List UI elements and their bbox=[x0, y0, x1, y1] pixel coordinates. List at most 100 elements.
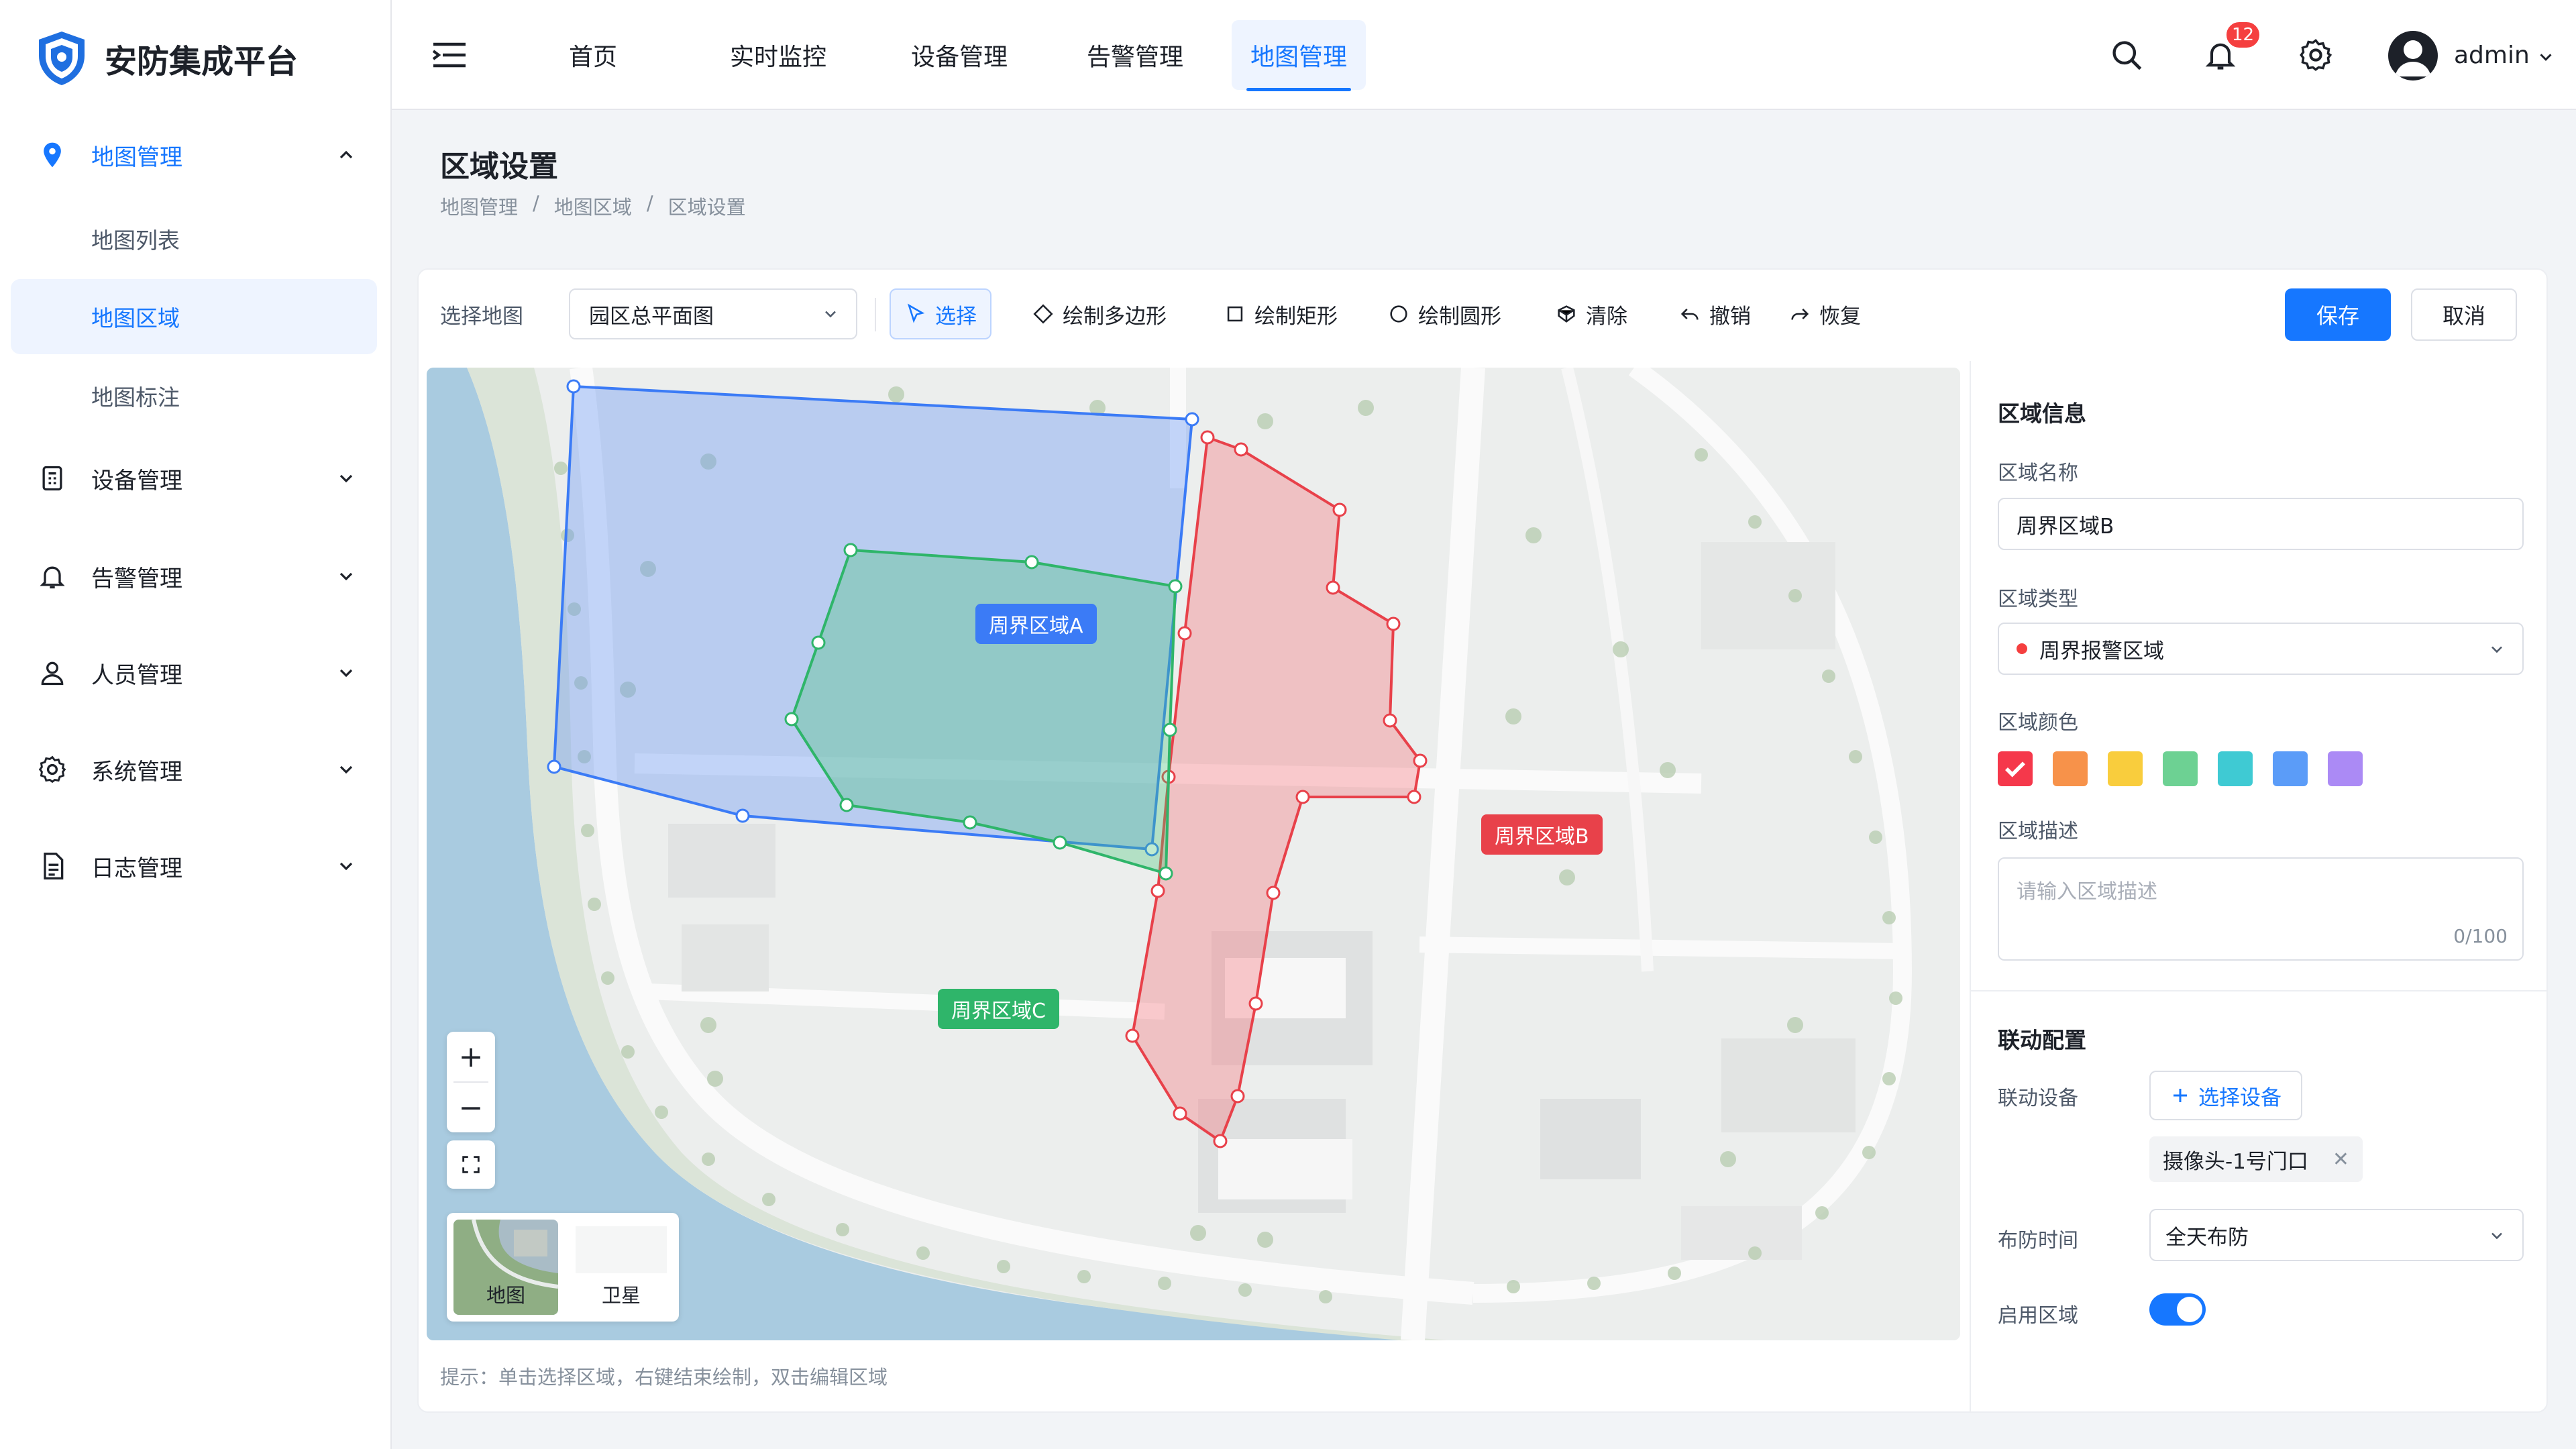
cancel-button[interactable]: 取消 bbox=[2411, 288, 2517, 341]
zone-vertex-handle[interactable] bbox=[1295, 790, 1310, 804]
page-title: 区域设置 bbox=[440, 150, 558, 184]
color-swatch[interactable] bbox=[1998, 751, 2033, 786]
sidebar-item-log[interactable]: 日志管理 bbox=[0, 829, 392, 903]
zone-vertex-handle[interactable] bbox=[843, 543, 858, 557]
zone-vertex-handle[interactable] bbox=[1159, 866, 1173, 881]
sidebar-item-label: 地图管理 bbox=[91, 144, 182, 171]
username[interactable]: admin bbox=[2454, 42, 2530, 69]
sidebar-item-alarm[interactable]: 告警管理 bbox=[0, 539, 392, 613]
select-device-button[interactable]: 选择设备 bbox=[2149, 1071, 2302, 1120]
layer-map-option[interactable]: 地图 bbox=[453, 1220, 558, 1315]
user-avatar[interactable] bbox=[2388, 31, 2438, 80]
zone-vertex-handle[interactable] bbox=[1326, 580, 1340, 595]
zone-vertex-handle[interactable] bbox=[784, 712, 799, 727]
zone-label-a[interactable]: 周界区域A bbox=[975, 604, 1097, 644]
enable-zone-toggle[interactable] bbox=[2149, 1293, 2206, 1326]
sidebar-item-label: 设备管理 bbox=[91, 467, 182, 494]
color-swatch[interactable] bbox=[2328, 751, 2363, 786]
zone-overlay-layer[interactable] bbox=[427, 368, 1960, 1340]
zone-name-value: 周界区域B bbox=[2017, 514, 2114, 539]
chevron-down-icon[interactable] bbox=[2536, 47, 2556, 67]
sidebar: 安防集成平台 地图管理 地图列表 地图区域 地图标注 设备管理 告警管理 人员管… bbox=[0, 0, 392, 1449]
zone-name-label: 区域名称 bbox=[1998, 462, 2078, 485]
tag-close-icon[interactable]: ✕ bbox=[2332, 1148, 2349, 1171]
zone-name-input[interactable]: 周界区域B bbox=[1998, 498, 2524, 550]
save-button[interactable]: 保存 bbox=[2285, 288, 2391, 341]
zone-vertex-handle[interactable] bbox=[1125, 1028, 1140, 1043]
zoom-out-button[interactable]: − bbox=[447, 1083, 495, 1132]
zone-desc-textarea[interactable]: 请输入区域描述 0/100 bbox=[1998, 857, 2524, 961]
zone-vertex-handle[interactable] bbox=[735, 808, 750, 823]
sidebar-item-device[interactable]: 设备管理 bbox=[0, 441, 392, 515]
zone-type-select[interactable]: 周界报警区域 bbox=[1998, 623, 2524, 675]
tool-redo-button[interactable]: 恢复 bbox=[1775, 288, 1874, 339]
zone-vertex-handle[interactable] bbox=[1168, 579, 1183, 594]
sidebar-subitem-map-marker[interactable]: 地图标注 bbox=[11, 358, 377, 433]
zone-vertex-handle[interactable] bbox=[1386, 616, 1401, 631]
tool-circle-button[interactable]: 绘制圆形 bbox=[1374, 288, 1515, 339]
arming-time-select[interactable]: 全天布防 bbox=[2149, 1209, 2524, 1261]
zone-vertex-handle[interactable] bbox=[1185, 412, 1199, 427]
zone-vertex-handle[interactable] bbox=[1150, 883, 1165, 898]
sidebar-item-map[interactable]: 地图管理 bbox=[0, 118, 392, 192]
map-canvas[interactable]: 周界区域A 周界区域B 周界区域C + − 地图 卫星 bbox=[427, 368, 1960, 1340]
zone-vertex-handle[interactable] bbox=[1383, 713, 1397, 728]
zone-vertex-handle[interactable] bbox=[1413, 753, 1428, 768]
tool-polygon-button[interactable]: 绘制多边形 bbox=[1018, 288, 1180, 339]
nav-tab-label: 地图管理 bbox=[1250, 44, 1347, 71]
sidebar-subitem-label: 地图标注 bbox=[91, 384, 180, 411]
tool-undo-button[interactable]: 撤销 bbox=[1665, 288, 1764, 339]
zone-vertex-handle[interactable] bbox=[1053, 835, 1067, 850]
zone-label-b[interactable]: 周界区域B bbox=[1481, 814, 1603, 855]
color-swatch[interactable] bbox=[2053, 751, 2088, 786]
zoom-in-button[interactable]: + bbox=[447, 1032, 495, 1081]
zone-vertex-handle[interactable] bbox=[811, 635, 826, 650]
sidebar-subitem-map-zone[interactable]: 地图区域 bbox=[11, 279, 377, 354]
zone-type-dot bbox=[2017, 643, 2027, 654]
tool-select-button[interactable]: 选择 bbox=[890, 288, 991, 339]
color-swatch[interactable] bbox=[2218, 751, 2253, 786]
color-swatch[interactable] bbox=[2108, 751, 2143, 786]
breadcrumb-item[interactable]: 地图区域 bbox=[554, 192, 632, 220]
menu-toggle-icon[interactable] bbox=[432, 42, 467, 68]
zone-vertex-handle[interactable] bbox=[1266, 885, 1281, 900]
nav-tab-alarm[interactable]: 告警管理 bbox=[1055, 0, 1216, 110]
zone-vertex-handle[interactable] bbox=[1200, 430, 1215, 445]
checkmark-icon bbox=[2005, 761, 2025, 777]
zone-vertex-handle[interactable] bbox=[566, 379, 581, 394]
map-select[interactable]: 园区总平面图 bbox=[569, 288, 857, 339]
zone-vertex-handle[interactable] bbox=[1213, 1134, 1228, 1148]
zone-vertex-handle[interactable] bbox=[1234, 442, 1248, 457]
nav-tab-home[interactable]: 首页 bbox=[553, 0, 633, 110]
nav-tab-map[interactable]: 地图管理 bbox=[1232, 0, 1366, 110]
zone-vertex-handle[interactable] bbox=[1177, 626, 1192, 641]
settings-gear-icon[interactable] bbox=[2298, 38, 2333, 72]
zone-vertex-handle[interactable] bbox=[1024, 555, 1039, 570]
zone-vertex-handle[interactable] bbox=[963, 815, 977, 830]
sidebar-item-system[interactable]: 系统管理 bbox=[0, 733, 392, 806]
zone-vertex-handle[interactable] bbox=[1173, 1106, 1187, 1121]
zone-vertex-handle[interactable] bbox=[1407, 790, 1421, 804]
search-icon[interactable] bbox=[2109, 38, 2144, 72]
color-swatch[interactable] bbox=[2163, 751, 2198, 786]
zone-vertex-handle[interactable] bbox=[1332, 502, 1347, 517]
zone-info-panel: 区域信息 区域名称 周界区域B 区域类型 周界报警区域 区域颜色 区域描述 请输… bbox=[1970, 361, 2548, 1411]
fullscreen-button[interactable] bbox=[447, 1140, 495, 1189]
tool-clear-button[interactable]: 清除 bbox=[1542, 288, 1641, 339]
color-swatch[interactable] bbox=[2273, 751, 2308, 786]
sidebar-subitem-map-list[interactable]: 地图列表 bbox=[11, 201, 377, 276]
tool-label: 清除 bbox=[1586, 304, 1627, 329]
zone-vertex-handle[interactable] bbox=[1230, 1089, 1245, 1104]
breadcrumb-item[interactable]: 地图管理 bbox=[440, 192, 518, 220]
zone-vertex-handle[interactable] bbox=[1248, 996, 1263, 1011]
tool-rect-button[interactable]: 绘制矩形 bbox=[1210, 288, 1351, 339]
layer-satellite-option[interactable]: 卫星 bbox=[569, 1220, 674, 1315]
zone-label-c[interactable]: 周界区域C bbox=[938, 989, 1059, 1029]
enable-zone-label: 启用区域 bbox=[1998, 1304, 2078, 1328]
zone-vertex-handle[interactable] bbox=[839, 798, 854, 812]
zone-vertex-handle[interactable] bbox=[547, 759, 561, 774]
sidebar-item-personnel[interactable]: 人员管理 bbox=[0, 636, 392, 710]
nav-tab-device[interactable]: 设备管理 bbox=[879, 0, 1040, 110]
nav-tab-monitor[interactable]: 实时监控 bbox=[704, 0, 852, 110]
zone-vertex-handle[interactable] bbox=[1163, 722, 1177, 737]
